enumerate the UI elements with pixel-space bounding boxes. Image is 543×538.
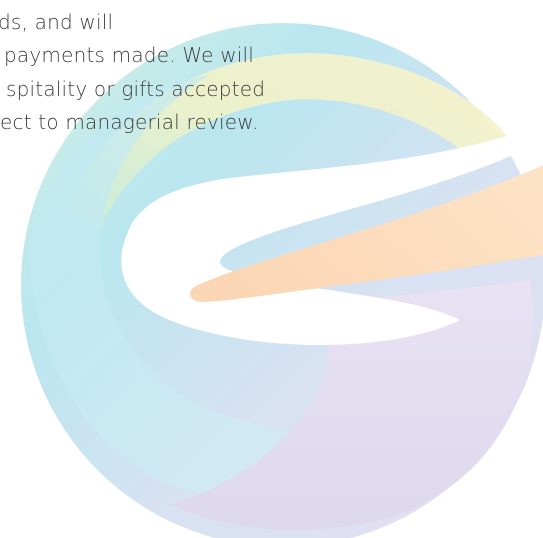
text-line: spitality or gifts accepted [6, 77, 266, 101]
text-line: ect to managerial review. [0, 110, 259, 134]
document-page: ds, and will payments made. We will spit… [0, 0, 543, 538]
text-line: payments made. We will [4, 43, 255, 67]
text-line: ds, and will [0, 10, 114, 34]
